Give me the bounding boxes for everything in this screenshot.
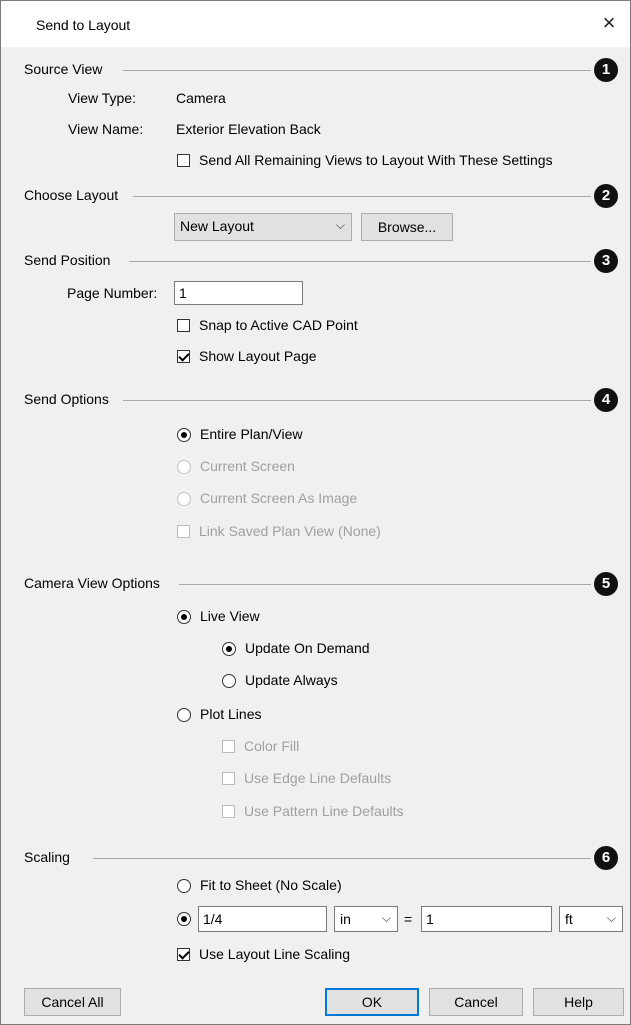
current-screen-image-radio[interactable] bbox=[177, 492, 191, 506]
model-value-input[interactable] bbox=[421, 906, 552, 932]
section-badge-5: 5 bbox=[594, 572, 618, 596]
current-screen-label[interactable]: Current Screen bbox=[200, 458, 295, 474]
divider bbox=[123, 400, 591, 401]
plot-lines-radio[interactable] bbox=[177, 708, 191, 722]
live-view-radio[interactable] bbox=[177, 610, 191, 624]
plot-lines-label[interactable]: Plot Lines bbox=[200, 706, 261, 722]
chevron-down-icon: ⌵ bbox=[335, 218, 345, 232]
page-number-input[interactable] bbox=[174, 281, 303, 305]
current-screen-image-label[interactable]: Current Screen As Image bbox=[200, 490, 357, 506]
section-badge-1: 1 bbox=[594, 58, 618, 82]
scale-value-input[interactable] bbox=[198, 906, 327, 932]
divider bbox=[123, 70, 591, 71]
pattern-line-defaults-checkbox[interactable] bbox=[222, 805, 235, 818]
cancel-all-button[interactable]: Cancel All bbox=[24, 988, 121, 1016]
scale-unit-value: in bbox=[340, 911, 351, 927]
section-title-source-view: Source View bbox=[24, 61, 103, 77]
section-title-scaling: Scaling bbox=[24, 849, 70, 865]
section-title-send-position: Send Position bbox=[24, 252, 111, 268]
layout-line-scaling-checkbox[interactable] bbox=[177, 948, 190, 961]
page-number-label: Page Number: bbox=[67, 285, 158, 301]
chevron-down-icon: ⌵ bbox=[381, 911, 391, 925]
custom-scale-radio[interactable] bbox=[177, 912, 191, 926]
show-page-checkbox[interactable] bbox=[177, 350, 190, 363]
section-title-camera-view-options: Camera View Options bbox=[24, 575, 160, 591]
live-view-label[interactable]: Live View bbox=[200, 608, 260, 624]
link-saved-view-checkbox[interactable] bbox=[177, 525, 190, 538]
current-screen-radio[interactable] bbox=[177, 460, 191, 474]
view-type-value: Camera bbox=[176, 90, 226, 106]
update-always-label[interactable]: Update Always bbox=[245, 672, 338, 688]
view-name-value: Exterior Elevation Back bbox=[176, 121, 321, 137]
layout-select[interactable]: New Layout ⌵ bbox=[174, 213, 352, 241]
divider bbox=[93, 858, 591, 859]
view-type-label: View Type: bbox=[68, 90, 136, 106]
entire-plan-radio[interactable] bbox=[177, 428, 191, 442]
edge-line-defaults-label[interactable]: Use Edge Line Defaults bbox=[244, 770, 391, 786]
section-badge-3: 3 bbox=[594, 249, 618, 273]
divider bbox=[179, 584, 591, 585]
equals-sign: = bbox=[404, 911, 413, 927]
cancel-button[interactable]: Cancel bbox=[429, 988, 523, 1016]
update-on-demand-label[interactable]: Update On Demand bbox=[245, 640, 370, 656]
layout-select-value: New Layout bbox=[180, 218, 254, 234]
section-title-choose-layout: Choose Layout bbox=[24, 187, 119, 203]
link-saved-view-label[interactable]: Link Saved Plan View (None) bbox=[199, 523, 381, 539]
dialog-title: Send to Layout bbox=[36, 17, 131, 33]
divider bbox=[129, 261, 591, 262]
browse-button[interactable]: Browse... bbox=[361, 213, 453, 241]
model-unit-value: ft bbox=[565, 911, 573, 927]
entire-plan-label[interactable]: Entire Plan/View bbox=[200, 426, 302, 442]
title-bar: Send to Layout × bbox=[1, 1, 630, 47]
close-icon[interactable]: × bbox=[595, 9, 623, 37]
scale-unit-select[interactable]: in ⌵ bbox=[334, 906, 398, 932]
chevron-down-icon: ⌵ bbox=[606, 911, 616, 925]
view-name-label: View Name: bbox=[68, 121, 144, 137]
help-button[interactable]: Help bbox=[533, 988, 624, 1016]
send-to-layout-dialog: Send to Layout × Source View 1 View Type… bbox=[0, 0, 631, 1025]
color-fill-label[interactable]: Color Fill bbox=[244, 738, 299, 754]
send-all-checkbox[interactable] bbox=[177, 154, 190, 167]
update-on-demand-radio[interactable] bbox=[222, 642, 236, 656]
section-badge-6: 6 bbox=[594, 846, 618, 870]
fit-to-sheet-label[interactable]: Fit to Sheet (No Scale) bbox=[200, 877, 342, 893]
model-unit-select[interactable]: ft ⌵ bbox=[559, 906, 623, 932]
layout-line-scaling-label[interactable]: Use Layout Line Scaling bbox=[199, 946, 350, 962]
edge-line-defaults-checkbox[interactable] bbox=[222, 772, 235, 785]
color-fill-checkbox[interactable] bbox=[222, 740, 235, 753]
section-badge-2: 2 bbox=[594, 184, 618, 208]
section-badge-4: 4 bbox=[594, 388, 618, 412]
divider bbox=[133, 196, 591, 197]
snap-checkbox[interactable] bbox=[177, 319, 190, 332]
section-title-send-options: Send Options bbox=[24, 391, 109, 407]
pattern-line-defaults-label[interactable]: Use Pattern Line Defaults bbox=[244, 803, 404, 819]
ok-button[interactable]: OK bbox=[325, 988, 419, 1016]
fit-to-sheet-radio[interactable] bbox=[177, 879, 191, 893]
snap-label[interactable]: Snap to Active CAD Point bbox=[199, 317, 358, 333]
send-all-label[interactable]: Send All Remaining Views to Layout With … bbox=[199, 152, 553, 168]
show-page-label[interactable]: Show Layout Page bbox=[199, 348, 317, 364]
update-always-radio[interactable] bbox=[222, 674, 236, 688]
